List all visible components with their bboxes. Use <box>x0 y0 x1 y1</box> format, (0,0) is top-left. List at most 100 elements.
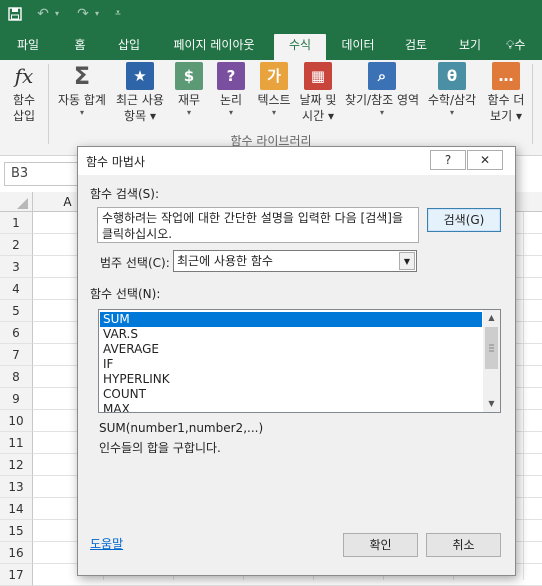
name-box[interactable]: B3 <box>4 162 82 186</box>
tab-tell-me[interactable]: 💡︎수 <box>506 34 542 60</box>
more-functions-button[interactable]: … 함수 더 보기 ▾ <box>482 62 530 124</box>
chevron-down-icon: ▾ <box>228 108 233 117</box>
text-label: 텍스트 <box>257 93 291 107</box>
row-header[interactable]: 8 <box>0 366 33 388</box>
row-header[interactable]: 10 <box>0 410 33 432</box>
tab-review[interactable]: 검토 <box>394 34 438 60</box>
row-header[interactable]: 6 <box>0 322 33 344</box>
chevron-down-icon: ▾ <box>271 108 276 117</box>
function-list-item[interactable]: IF <box>100 357 482 372</box>
tab-tell-me-label: 수 <box>514 38 526 52</box>
undo-icon[interactable]: ↶ <box>34 4 52 24</box>
row-header[interactable]: 3 <box>0 256 33 278</box>
scrollbar-thumb[interactable] <box>485 327 498 369</box>
help-button[interactable]: ? <box>430 150 466 170</box>
cancel-button[interactable]: 취소 <box>426 533 501 557</box>
recently-used-label-2: 항목 ▾ <box>124 109 156 123</box>
date-time-button[interactable]: ▦ 날짜 및 시간 ▾ <box>298 62 338 124</box>
redo-icon[interactable]: ↷ <box>74 4 92 24</box>
row-header[interactable]: 7 <box>0 344 33 366</box>
financial-button[interactable]: $ 재무 ▾ <box>172 62 206 118</box>
row-header[interactable]: 9 <box>0 388 33 410</box>
search-button[interactable]: 검색(G) <box>427 208 501 232</box>
function-list-item[interactable]: MAX <box>100 402 482 412</box>
scroll-up-icon[interactable]: ▲ <box>483 310 500 326</box>
dialog-title-bar[interactable]: 함수 마법사 ? ✕ <box>78 147 515 175</box>
row-header[interactable]: 17 <box>0 564 33 586</box>
chevron-down-icon: ▾ <box>79 108 84 117</box>
chevron-down-icon[interactable]: ▼ <box>399 252 415 270</box>
date-time-label-2: 시간 ▾ <box>302 109 334 123</box>
tab-file[interactable]: 파일 <box>6 34 50 60</box>
customize-qat-icon[interactable]: ⩡ <box>112 4 124 24</box>
search-function-input[interactable]: 수행하려는 작업에 대한 간단한 설명을 입력한 다음 [검색]을 클릭하십시오… <box>97 207 419 243</box>
autosum-label: 자동 합계 <box>58 93 106 107</box>
tab-home[interactable]: 홈 <box>62 34 98 60</box>
scroll-down-icon[interactable]: ▼ <box>483 396 500 412</box>
save-icon[interactable] <box>6 4 24 24</box>
undo-dropdown-icon[interactable]: ▾ <box>52 4 62 24</box>
chevron-down-icon: ▾ <box>379 108 384 117</box>
lookup-reference-label: 찾기/참조 영역 <box>344 93 420 107</box>
category-label: 범주 선택(C): <box>100 256 170 270</box>
more-functions-label-2: 보기 ▾ <box>490 109 522 123</box>
function-list-item[interactable]: VAR.S <box>100 327 482 342</box>
function-list[interactable]: SUM VAR.S AVERAGE IF HYPERLINK COUNT MAX… <box>98 309 501 413</box>
tab-page-layout[interactable]: 페이지 레이아웃 <box>162 34 266 60</box>
ok-button[interactable]: 확인 <box>343 533 418 557</box>
help-link[interactable]: 도움말 <box>90 535 123 552</box>
autosum-button[interactable]: Σ 자동 합계 ▾ <box>52 62 112 118</box>
tab-view[interactable]: 보기 <box>448 34 492 60</box>
magnifier-book-icon: ⌕ <box>368 62 396 90</box>
category-select-value: 최근에 사용한 함수 <box>177 254 273 268</box>
insert-function-dialog: 함수 마법사 ? ✕ 함수 검색(S): 수행하려는 작업에 대한 간단한 설명… <box>77 146 516 576</box>
chevron-down-icon: ▾ <box>449 108 454 117</box>
tab-data[interactable]: 데이터 <box>334 34 382 60</box>
insert-function-label-1: 함수 <box>12 93 36 107</box>
tab-insert[interactable]: 삽입 <box>106 34 152 60</box>
function-list-scrollbar[interactable]: ▲ ▼ <box>483 310 500 412</box>
date-time-label-1: 날짜 및 <box>299 93 337 107</box>
function-list-item[interactable]: HYPERLINK <box>100 372 482 387</box>
gridline <box>523 212 524 580</box>
row-header[interactable]: 2 <box>0 234 33 256</box>
theta-book-icon: θ <box>438 62 466 90</box>
text-book-icon: 가 <box>260 62 288 90</box>
recently-used-button[interactable]: ★ 최근 사용 항목 ▾ <box>112 62 168 124</box>
logical-button[interactable]: ? 논리 ▾ <box>214 62 248 118</box>
math-trig-label: 수학/삼각 <box>427 93 477 107</box>
function-list-item[interactable]: AVERAGE <box>100 342 482 357</box>
quick-access-toolbar: ↶ ▾ ↷ ▾ ⩡ <box>0 0 542 28</box>
math-trig-button[interactable]: θ 수학/삼각 ▾ <box>424 62 480 118</box>
function-syntax: SUM(number1,number2,...) <box>99 421 264 435</box>
dialog-title: 함수 마법사 <box>86 155 146 169</box>
row-header[interactable]: 13 <box>0 476 33 498</box>
select-all-corner[interactable] <box>0 192 33 212</box>
tab-formulas[interactable]: 수식 <box>274 34 326 60</box>
row-header[interactable]: 16 <box>0 542 33 564</box>
row-header[interactable]: 11 <box>0 432 33 454</box>
category-select[interactable]: 최근에 사용한 함수 ▼ <box>173 250 417 272</box>
row-header[interactable]: 1 <box>0 212 33 234</box>
close-button[interactable]: ✕ <box>467 150 503 170</box>
logical-label: 논리 <box>219 93 243 107</box>
function-list-item[interactable]: SUM <box>100 312 482 327</box>
function-list-item[interactable]: COUNT <box>100 387 482 402</box>
function-description: 인수들의 합을 구합니다. <box>99 441 221 455</box>
insert-function-button[interactable]: fx 함수 삽입 <box>4 62 44 124</box>
redo-dropdown-icon[interactable]: ▾ <box>92 4 102 24</box>
row-header[interactable]: 12 <box>0 454 33 476</box>
star-book-icon: ★ <box>126 62 154 90</box>
ribbon-tabs: 파일 홈 삽입 페이지 레이아웃 수식 데이터 검토 보기 💡︎수 <box>0 28 542 60</box>
lookup-reference-button[interactable]: ⌕ 찾기/참조 영역 ▾ <box>342 62 422 118</box>
more-functions-label-1: 함수 더 <box>487 93 525 107</box>
fx-icon: fx <box>14 64 34 88</box>
row-header[interactable]: 4 <box>0 278 33 300</box>
row-header[interactable]: 5 <box>0 300 33 322</box>
row-header[interactable]: 14 <box>0 498 33 520</box>
text-functions-button[interactable]: 가 텍스트 ▾ <box>254 62 294 118</box>
row-header[interactable]: 15 <box>0 520 33 542</box>
insert-function-label-2: 삽입 <box>12 109 36 123</box>
financial-book-icon: $ <box>175 62 203 90</box>
logical-book-icon: ? <box>217 62 245 90</box>
